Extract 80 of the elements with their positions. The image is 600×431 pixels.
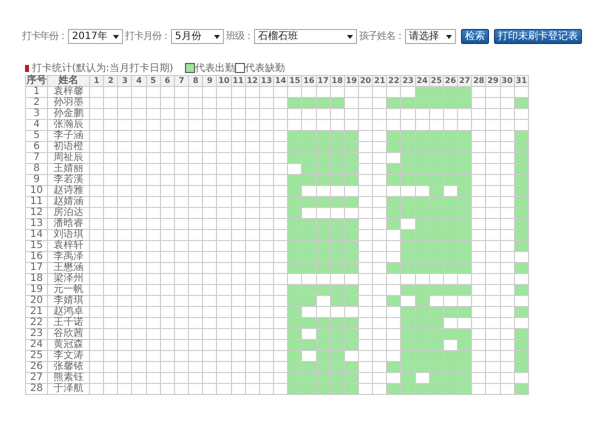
column-header: 21	[372, 76, 387, 86]
column-header: 18	[330, 76, 344, 86]
table-cell: 18	[26, 274, 48, 284]
table-cell: 6	[26, 142, 48, 152]
table-cell: 于泽航	[48, 384, 90, 394]
column-header: 15	[288, 76, 302, 86]
filter-label: 打卡年份：	[22, 30, 67, 44]
column-header: 5	[146, 76, 160, 86]
column-header: 19	[344, 76, 358, 86]
filter-label: 孩子姓名：	[359, 30, 404, 44]
table-cell: 15	[26, 240, 48, 252]
column-header: 26	[443, 76, 458, 86]
select-field[interactable]: 2017年	[68, 29, 123, 44]
column-header: 11	[231, 76, 246, 86]
table-cell: 28	[26, 384, 48, 394]
column-header: 姓名	[48, 76, 90, 86]
column-header: 31	[514, 76, 528, 86]
table-cell: 20	[26, 296, 48, 306]
table-cell: 7	[26, 152, 48, 164]
table-cell: 10	[26, 186, 48, 196]
column-header: 28	[472, 76, 486, 86]
column-header: 16	[302, 76, 316, 86]
action-button[interactable]: 检索	[461, 29, 489, 44]
legend-label: 代表出勤	[195, 62, 236, 74]
select-field[interactable]: 请选择	[405, 29, 456, 44]
column-header: 12	[245, 76, 260, 86]
table-cell: 4	[26, 120, 48, 130]
column-header: 2	[104, 76, 118, 86]
column-header: 23	[400, 76, 416, 86]
column-header: 3	[118, 76, 132, 86]
caret-icon	[214, 34, 220, 38]
column-header: 22	[386, 76, 401, 86]
select-field[interactable]: 5月份	[171, 29, 224, 44]
table-cell: 5	[26, 130, 48, 142]
caret-icon	[347, 34, 353, 38]
column-header: 25	[429, 76, 444, 86]
action-button[interactable]: 打印未刷卡登记表	[494, 29, 582, 44]
select-field[interactable]: 石榴石班	[254, 29, 357, 44]
column-header: 9	[202, 76, 217, 86]
table-cell: 22	[26, 318, 48, 328]
column-header: 10	[216, 76, 232, 86]
column-header: 4	[132, 76, 146, 86]
table-cell: 12	[26, 208, 48, 218]
table-cell: 3	[26, 108, 48, 120]
column-header: 7	[174, 76, 189, 86]
table-cell: 1	[26, 86, 48, 98]
table-cell: 24	[26, 340, 48, 350]
table-cell: 25	[26, 350, 48, 362]
column-header: 8	[188, 76, 203, 86]
column-header: 序号	[26, 76, 48, 86]
column-header: 29	[486, 76, 500, 86]
table-cell: 8	[26, 164, 48, 174]
column-header: 27	[458, 76, 472, 86]
caret-icon	[113, 34, 119, 38]
column-header: 17	[316, 76, 330, 86]
caret-icon	[446, 34, 452, 38]
column-header: 6	[160, 76, 174, 86]
table-cell: 19	[26, 284, 48, 296]
filter-label: 班级：	[226, 30, 253, 44]
section-title: 打卡统计(默认为:当月打卡日期)	[32, 62, 174, 74]
legend-label: 代表缺勤	[245, 62, 286, 74]
table-cell: 14	[26, 230, 48, 240]
column-header: 14	[274, 76, 288, 86]
column-header: 20	[358, 76, 373, 86]
section-marker-icon	[25, 64, 29, 72]
table-cell: 21	[26, 306, 48, 318]
table-cell: 27	[26, 372, 48, 384]
table-cell: 23	[26, 328, 48, 340]
table-cell: 9	[26, 174, 48, 186]
column-header: 1	[90, 76, 104, 86]
column-header: 24	[415, 76, 430, 86]
table-cell: 2	[26, 98, 48, 108]
column-header: 30	[500, 76, 514, 86]
table-cell: 11	[26, 196, 48, 208]
table-cell: 13	[26, 218, 48, 230]
table-cell: 17	[26, 262, 48, 274]
filter-label: 打卡月份：	[125, 30, 170, 44]
table-cell: 16	[26, 252, 48, 262]
table-cell: 26	[26, 362, 48, 372]
column-header: 13	[259, 76, 274, 86]
